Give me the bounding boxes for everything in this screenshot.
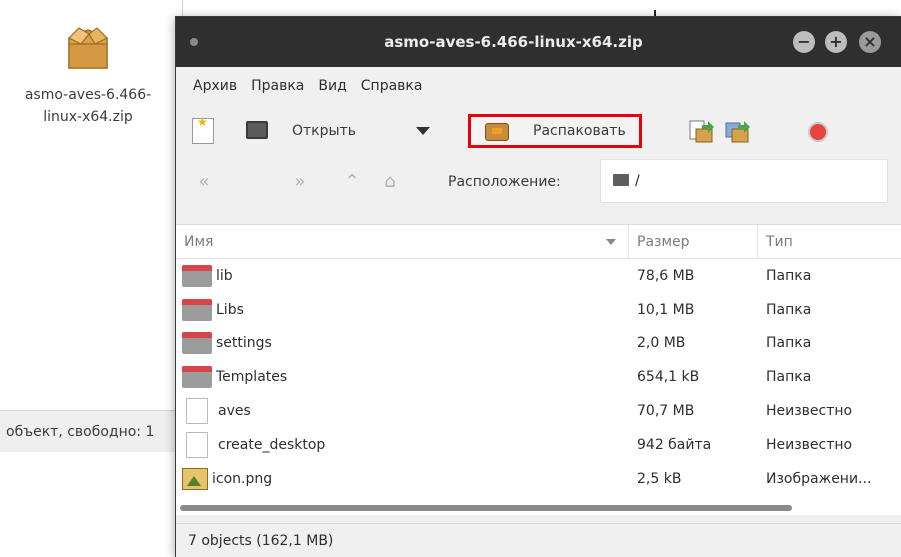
open-button[interactable]: Открыть bbox=[292, 105, 356, 157]
table-row[interactable]: create_desktop 942 байта Неизвестно bbox=[176, 428, 901, 462]
table-row[interactable]: Libs 10,1 MB Папка bbox=[176, 293, 901, 327]
stop-icon[interactable] bbox=[808, 122, 828, 142]
column-name-label: Имя bbox=[184, 234, 214, 250]
close-button[interactable]: × bbox=[859, 31, 881, 53]
row-type: Папка bbox=[766, 301, 812, 318]
row-size: 654,1 kB bbox=[637, 369, 700, 386]
extract-icon bbox=[485, 123, 509, 141]
window-title: asmo-aves-6.466-linux-x64.zip bbox=[384, 33, 643, 51]
row-size: 2,5 kB bbox=[637, 470, 682, 487]
folder-icon bbox=[182, 366, 212, 389]
row-type: Папка bbox=[766, 369, 812, 386]
file-icon bbox=[186, 431, 208, 458]
menu-view[interactable]: Вид bbox=[311, 78, 353, 94]
zip-archive-icon bbox=[59, 20, 117, 78]
archive-manager-window: asmo-aves-6.466-linux-x64.zip − + × Архи… bbox=[175, 16, 901, 557]
table-row[interactable]: lib 78,6 MB Папка bbox=[176, 259, 901, 293]
open-dropdown-arrow-icon[interactable] bbox=[416, 127, 430, 135]
column-header-type[interactable]: Тип bbox=[758, 225, 884, 258]
background-status-bar: объект, свободно: 1 bbox=[0, 410, 183, 452]
row-type: Папка bbox=[766, 267, 812, 284]
file-list-header: Имя Размер Тип bbox=[176, 225, 901, 259]
extract-label: Распаковать bbox=[533, 123, 626, 139]
row-size: 2,0 MB bbox=[637, 335, 686, 352]
folder-icon bbox=[182, 298, 212, 321]
toolbar: Открыть Распаковать bbox=[176, 105, 901, 157]
column-header-size[interactable]: Размер bbox=[629, 225, 758, 258]
folder-icon bbox=[613, 174, 629, 186]
image-icon bbox=[182, 467, 208, 490]
navigation-bar: « » ⌃ ⌂ Расположение: / bbox=[176, 157, 901, 207]
table-row[interactable]: aves 70,7 MB Неизвестно bbox=[176, 394, 901, 428]
sort-descending-icon bbox=[606, 239, 616, 245]
back-icon[interactable]: « bbox=[192, 171, 216, 193]
folder-icon bbox=[182, 264, 212, 287]
background-file-manager: asmo-aves-6.466-linux-x64.zip объект, св… bbox=[0, 0, 183, 452]
row-size: 70,7 MB bbox=[637, 403, 695, 420]
location-value: / bbox=[635, 173, 640, 189]
desktop-zip-file[interactable]: asmo-aves-6.466-linux-x64.zip bbox=[8, 20, 168, 128]
add-files-icon[interactable] bbox=[688, 119, 714, 145]
scrollbar-thumb[interactable] bbox=[180, 505, 792, 511]
table-row[interactable]: Templates 654,1 kB Папка bbox=[176, 360, 901, 394]
forward-icon[interactable]: » bbox=[288, 171, 312, 193]
location-label: Расположение: bbox=[448, 174, 561, 190]
extract-button[interactable]: Распаковать bbox=[468, 114, 642, 148]
row-name: settings bbox=[216, 335, 272, 352]
menu-bar: Архив Правка Вид Справка bbox=[176, 67, 901, 105]
row-type: Папка bbox=[766, 335, 812, 352]
horizontal-scrollbar[interactable] bbox=[176, 501, 901, 515]
row-type: Неизвестно bbox=[766, 436, 853, 453]
row-name: icon.png bbox=[212, 470, 273, 487]
file-icon bbox=[186, 398, 208, 425]
folder-icon bbox=[182, 332, 212, 355]
up-icon[interactable]: ⌃ bbox=[340, 171, 364, 193]
row-name: create_desktop bbox=[218, 436, 326, 453]
title-bar[interactable]: asmo-aves-6.466-linux-x64.zip − + × bbox=[176, 17, 901, 67]
location-field[interactable]: / bbox=[600, 159, 888, 203]
column-header-name[interactable]: Имя bbox=[176, 225, 629, 258]
minimize-button[interactable]: − bbox=[793, 31, 815, 53]
row-type: Неизвестно bbox=[766, 403, 853, 420]
menu-help[interactable]: Справка bbox=[354, 78, 430, 94]
row-name: lib bbox=[216, 267, 233, 284]
row-name: aves bbox=[218, 403, 251, 420]
row-size: 78,6 MB bbox=[637, 267, 695, 284]
row-size: 942 байта bbox=[637, 436, 712, 453]
maximize-button[interactable]: + bbox=[825, 31, 847, 53]
file-list: Имя Размер Тип lib 78,6 MB Папка Libs 10… bbox=[176, 224, 901, 514]
table-row[interactable]: icon.png 2,5 kB Изображени... bbox=[176, 462, 901, 496]
row-size: 10,1 MB bbox=[637, 301, 695, 318]
status-bar: 7 objects (162,1 MB) bbox=[176, 523, 901, 557]
row-name: Templates bbox=[216, 369, 288, 386]
table-row[interactable]: settings 2,0 MB Папка bbox=[176, 327, 901, 361]
add-folder-icon[interactable] bbox=[724, 119, 750, 145]
menu-archive[interactable]: Архив bbox=[186, 78, 244, 94]
row-name: Libs bbox=[216, 301, 244, 318]
open-archive-icon[interactable] bbox=[246, 121, 268, 139]
row-type: Изображени... bbox=[766, 470, 872, 487]
home-icon[interactable]: ⌂ bbox=[378, 171, 402, 193]
new-archive-icon[interactable] bbox=[192, 115, 214, 144]
desktop-file-label: asmo-aves-6.466-linux-x64.zip bbox=[24, 87, 152, 125]
menu-edit[interactable]: Правка bbox=[244, 78, 311, 94]
